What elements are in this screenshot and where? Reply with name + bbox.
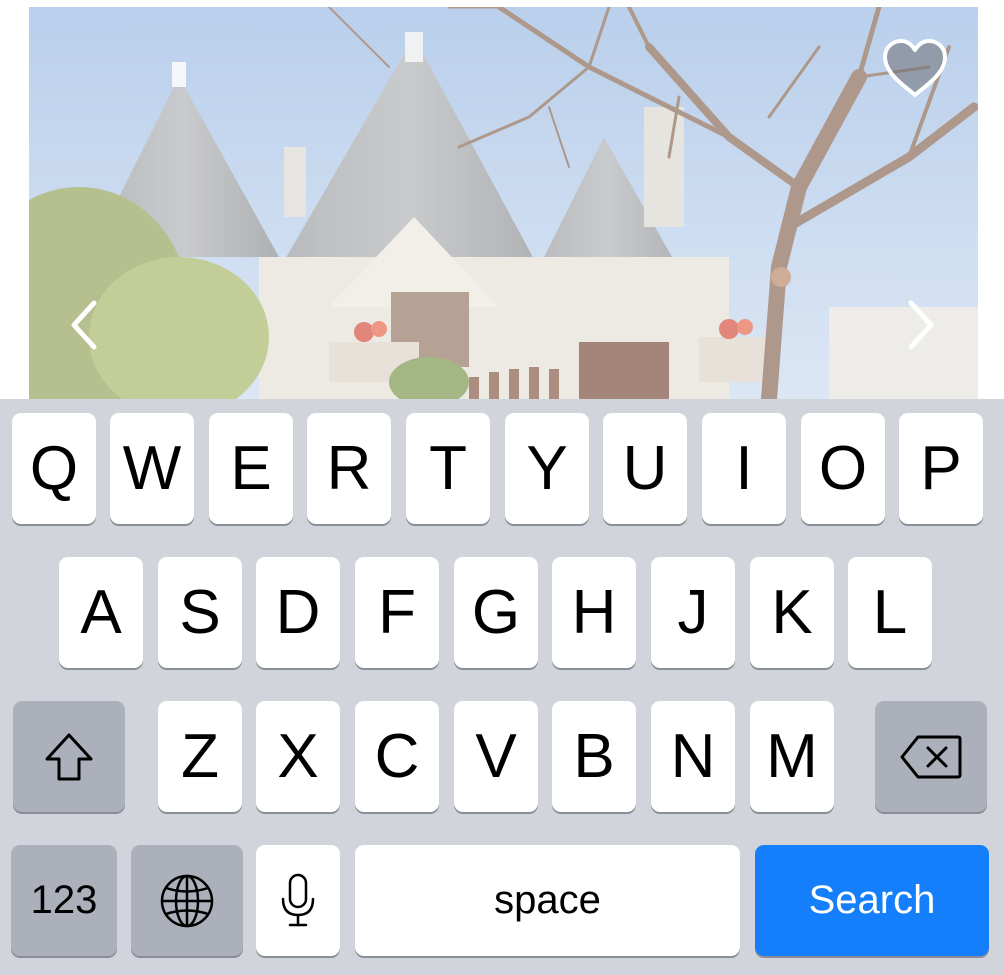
delete-backward-icon [900,735,962,778]
next-photo-button[interactable] [899,289,943,361]
trulli-house-photo [29,7,978,399]
key-h[interactable]: H [552,557,636,668]
shift-key[interactable] [13,701,125,812]
key-r[interactable]: R [307,413,391,524]
key-m[interactable]: M [750,701,834,812]
key-k[interactable]: K [750,557,834,668]
key-q[interactable]: Q [12,413,96,524]
search-key[interactable]: Search [755,845,989,956]
key-g[interactable]: G [454,557,538,668]
screen: Q W E R T Y U I O P A S D F G H J K L Z … [0,0,1004,975]
key-o[interactable]: O [801,413,885,524]
chevron-left-icon [71,300,97,350]
key-u[interactable]: U [603,413,687,524]
globe-icon [160,874,214,927]
key-c[interactable]: C [355,701,439,812]
dictation-key[interactable] [256,845,340,956]
key-l[interactable]: L [848,557,932,668]
chevron-right-icon [908,300,934,350]
on-screen-keyboard: Q W E R T Y U I O P A S D F G H J K L Z … [0,399,1004,975]
key-p[interactable]: P [899,413,983,524]
key-a[interactable]: A [59,557,143,668]
listing-photo-carousel[interactable] [29,7,978,399]
key-j[interactable]: J [651,557,735,668]
key-f[interactable]: F [355,557,439,668]
key-v[interactable]: V [454,701,538,812]
microphone-icon [281,873,315,926]
globe-key[interactable] [131,845,243,956]
key-w[interactable]: W [110,413,194,524]
numbers-key[interactable]: 123 [11,845,117,956]
key-z[interactable]: Z [158,701,242,812]
previous-photo-button[interactable] [62,289,106,361]
key-d[interactable]: D [256,557,340,668]
favorite-button[interactable] [879,35,951,103]
key-y[interactable]: Y [505,413,589,524]
space-key[interactable]: space [355,845,740,956]
key-t[interactable]: T [406,413,490,524]
key-e[interactable]: E [209,413,293,524]
heart-outline-icon [883,39,947,97]
key-x[interactable]: X [256,701,340,812]
key-s[interactable]: S [158,557,242,668]
backspace-key[interactable] [875,701,987,812]
key-i[interactable]: I [702,413,786,524]
key-b[interactable]: B [552,701,636,812]
key-n[interactable]: N [651,701,735,812]
shift-arrow-icon [45,733,93,780]
